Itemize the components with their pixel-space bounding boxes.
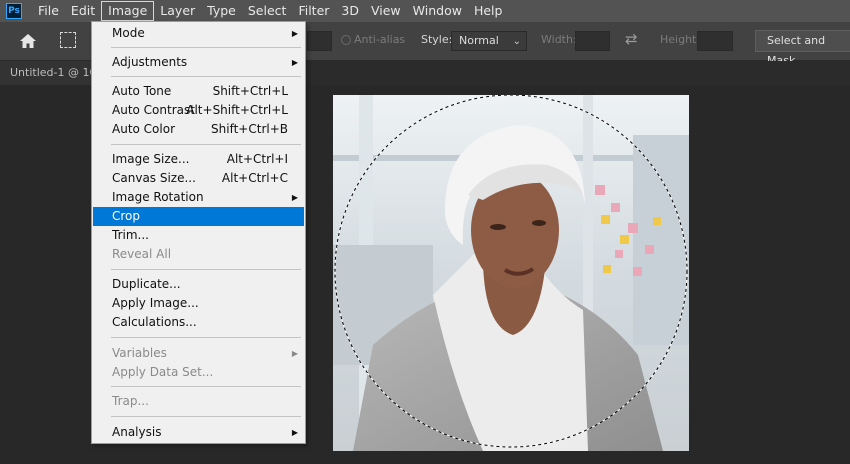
document-canvas[interactable] <box>333 95 689 451</box>
antialias-checkbox[interactable] <box>341 35 351 45</box>
menu-divider <box>111 144 301 145</box>
menu-item-auto-tone[interactable]: Auto Tone Shift+Ctrl+L <box>93 82 304 101</box>
menu-item-calculations[interactable]: Calculations... <box>93 313 304 332</box>
menu-layer[interactable]: Layer <box>154 1 201 21</box>
menu-edit[interactable]: Edit <box>65 1 101 21</box>
select-and-mask-button[interactable]: Select and Mask... <box>755 30 850 67</box>
menu-item-trim[interactable]: Trim... <box>93 226 304 245</box>
style-select[interactable]: Normal ⌄ <box>451 31 527 51</box>
menu-3d[interactable]: 3D <box>335 1 365 21</box>
feather-field[interactable] <box>307 31 332 51</box>
menu-file[interactable]: File <box>32 1 65 21</box>
menu-item-apply-data-set: Apply Data Set... <box>112 365 214 379</box>
submenu-arrow-icon: ▶ <box>291 428 298 437</box>
height-field[interactable] <box>697 31 733 51</box>
menu-type[interactable]: Type <box>201 1 242 21</box>
menu-item-apply-image[interactable]: Apply Image... <box>93 294 304 313</box>
photoshop-logo-icon: Ps <box>6 3 22 19</box>
submenu-arrow-icon: ▶ <box>291 193 298 202</box>
photo-image <box>333 95 689 451</box>
menu-window[interactable]: Window <box>407 1 468 21</box>
menu-divider <box>111 47 301 48</box>
menu-view[interactable]: View <box>365 1 407 21</box>
menu-item-canvas-size[interactable]: Canvas Size... Alt+Ctrl+C <box>93 169 304 188</box>
menu-item-reveal-all: Reveal All <box>112 247 172 261</box>
menu-item-trap: Trap... <box>112 394 149 408</box>
menu-divider <box>111 337 301 338</box>
antialias-label: Anti-alias <box>354 33 406 46</box>
menu-item-variables: Variables ▶ <box>93 344 304 363</box>
document-tab[interactable]: Untitled-1 @ 10 <box>0 61 92 85</box>
menu-divider <box>111 386 301 387</box>
menu-help[interactable]: Help <box>468 1 509 21</box>
menu-item-duplicate[interactable]: Duplicate... <box>93 275 304 294</box>
menu-item-auto-contrast[interactable]: Auto Contrast Alt+Shift+Ctrl+L <box>93 101 304 120</box>
height-label: Height: <box>660 33 701 46</box>
menu-item-crop[interactable]: Crop <box>93 207 304 226</box>
menu-bar: Ps File Edit Image Layer Type Select Fil… <box>0 0 850 22</box>
width-label: Width: <box>541 33 577 46</box>
submenu-arrow-icon: ▶ <box>291 58 298 67</box>
menu-filter[interactable]: Filter <box>292 1 335 21</box>
width-field[interactable] <box>575 31 610 51</box>
menu-item-image-rotation[interactable]: Image Rotation ▶ <box>93 188 304 207</box>
style-value: Normal <box>459 34 499 47</box>
menu-item-image-size[interactable]: Image Size... Alt+Ctrl+I <box>93 150 304 169</box>
submenu-arrow-icon: ▶ <box>291 29 298 38</box>
menu-item-auto-color[interactable]: Auto Color Shift+Ctrl+B <box>93 120 304 139</box>
chevron-down-icon: ⌄ <box>512 36 521 47</box>
rectangular-marquee-icon[interactable] <box>60 32 76 48</box>
menu-item-analysis[interactable]: Analysis ▶ <box>93 423 304 442</box>
home-icon[interactable] <box>18 31 38 51</box>
menu-image[interactable]: Image <box>101 1 155 21</box>
swap-arrows-icon[interactable]: ⇄ <box>625 30 638 48</box>
menu-select[interactable]: Select <box>242 1 293 21</box>
style-label: Style: <box>421 33 453 46</box>
submenu-arrow-icon: ▶ <box>291 349 298 358</box>
menu-divider <box>111 269 301 270</box>
menu-divider <box>111 416 301 417</box>
image-menu-dropdown: Mode ▶ Adjustments ▶ Auto Tone Shift+Ctrl+L… <box>91 21 306 444</box>
menu-item-mode[interactable]: Mode ▶ <box>93 24 304 43</box>
menu-item-adjustments[interactable]: Adjustments ▶ <box>93 53 304 72</box>
menu-divider <box>111 76 301 77</box>
